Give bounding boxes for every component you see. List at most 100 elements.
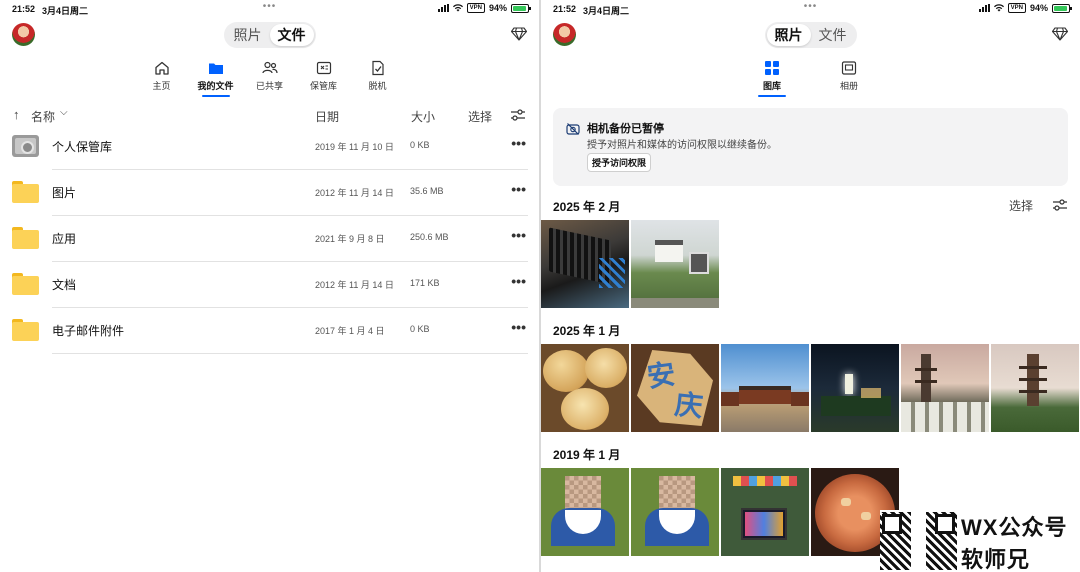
photo-thumbnail[interactable] <box>811 344 899 432</box>
select-button[interactable]: 选择 <box>468 108 492 125</box>
file-name: 应用 <box>52 232 77 246</box>
chevron-down-icon[interactable]: ⌵ <box>60 107 68 118</box>
more-icon[interactable]: ••• <box>511 227 526 243</box>
file-size: 0 KB <box>410 140 430 150</box>
tab-files[interactable]: 文件 <box>811 24 855 46</box>
table-row[interactable]: 文档 2012 年 11 月 14 日 171 KB ••• <box>12 262 528 308</box>
photo-thumbnail[interactable] <box>541 468 629 556</box>
folder-icon <box>12 227 39 249</box>
nav-my-files[interactable]: 我的文件 <box>189 60 243 97</box>
watermark-line2: 软师兄 <box>961 547 1031 572</box>
tab-photos[interactable]: 照片 <box>766 24 811 46</box>
nav-vault[interactable]: 保管库 <box>297 60 351 92</box>
file-size: 171 KB <box>410 278 440 288</box>
file-date: 2012 年 11 月 14 日 <box>315 188 394 198</box>
wifi-icon <box>993 4 1004 12</box>
folder-icon <box>12 273 39 295</box>
nav-gallery[interactable]: 图库 <box>745 60 799 97</box>
status-date: 3月4日周二 <box>42 6 89 16</box>
column-size[interactable]: 大小 <box>411 108 435 125</box>
battery-percent: 94% <box>488 3 507 13</box>
photo-thumbnail[interactable] <box>631 220 719 308</box>
tab-files[interactable]: 文件 <box>269 24 314 46</box>
photo-grid <box>541 468 899 556</box>
file-name: 电子邮件附件 <box>52 324 125 338</box>
vault-icon <box>12 135 39 157</box>
more-icon[interactable]: ••• <box>511 273 526 289</box>
photo-thumbnail[interactable] <box>721 344 809 432</box>
table-row[interactable]: 图片 2012 年 11 月 14 日 35.6 MB ••• <box>12 170 528 216</box>
folder-icon <box>12 319 39 341</box>
more-icon[interactable]: ••• <box>511 135 526 151</box>
nav-shared-label: 已共享 <box>255 81 283 91</box>
wifi-icon <box>452 4 463 12</box>
vpn-badge: VPN <box>1007 3 1026 13</box>
gallery-icon <box>765 61 779 75</box>
watermark-line1: WX公众号 <box>961 515 1068 540</box>
status-indicators: VPN 94% <box>437 3 531 13</box>
photo-thumbnail[interactable] <box>541 220 629 308</box>
filter-icon[interactable] <box>1052 198 1068 212</box>
photos-files-switch: 照片 文件 <box>223 22 316 48</box>
photo-thumbnail[interactable] <box>721 468 809 556</box>
section-title: 2025 年 2 月 <box>553 200 621 214</box>
photo-grid: 安 庆 <box>541 344 1079 432</box>
photo-thumbnail[interactable] <box>901 344 989 432</box>
select-button[interactable]: 选择 <box>1009 197 1033 214</box>
multitask-dots[interactable]: ••• <box>263 1 277 12</box>
table-row[interactable]: 电子邮件附件 2017 年 1 月 4 日 0 KB ••• <box>12 308 528 354</box>
status-bar: 21:52 3月4日周二 ••• VPN 94% <box>541 0 1080 18</box>
tab-photos[interactable]: 照片 <box>226 24 270 46</box>
multitask-dots[interactable]: ••• <box>804 1 818 12</box>
nav-my-files-label: 我的文件 <box>197 81 234 91</box>
nav-albums-label: 相册 <box>839 81 858 91</box>
avatar[interactable] <box>12 23 35 46</box>
nav-home-label: 主页 <box>152 81 171 91</box>
file-name: 文档 <box>52 278 77 292</box>
nav-albums[interactable]: 相册 <box>822 60 876 92</box>
photo-thumbnail[interactable] <box>991 344 1079 432</box>
filter-icon[interactable] <box>510 108 526 122</box>
photo-thumbnail[interactable] <box>541 344 629 432</box>
vault-icon <box>316 61 331 75</box>
status-indicators: VPN 94% <box>978 3 1072 13</box>
file-date: 2021 年 9 月 8 日 <box>315 234 385 244</box>
people-icon <box>261 61 278 74</box>
offline-icon <box>371 60 384 76</box>
more-icon[interactable]: ••• <box>511 319 526 335</box>
file-date: 2017 年 1 月 4 日 <box>315 326 385 336</box>
more-icon[interactable]: ••• <box>511 181 526 197</box>
file-size: 250.6 MB <box>410 232 449 242</box>
qr-code-icon <box>880 512 957 570</box>
nav-home[interactable]: 主页 <box>135 60 189 92</box>
photo-thumbnail[interactable] <box>631 468 719 556</box>
nav-shared[interactable]: 已共享 <box>243 60 297 92</box>
sort-arrow-icon[interactable]: ↑ <box>13 107 20 122</box>
photos-nav: 图库 相册 <box>541 60 1080 97</box>
photo-grid <box>541 220 719 308</box>
backup-paused-banner: 相机备份已暂停 授予对照片和媒体的访问权限以继续备份。 授予访问权限 <box>553 108 1068 186</box>
banner-description: 授予对照片和媒体的访问权限以继续备份。 <box>587 140 777 151</box>
signal-icon <box>978 4 990 12</box>
table-row[interactable]: 个人保管库 2019 年 11 月 10 日 0 KB ••• <box>12 124 528 170</box>
photo-thumbnail[interactable]: 安 庆 <box>631 344 719 432</box>
nav-offline[interactable]: 脱机 <box>351 60 405 92</box>
nav-vault-label: 保管库 <box>309 81 337 91</box>
table-row[interactable]: 应用 2021 年 9 月 8 日 250.6 MB ••• <box>12 216 528 262</box>
grant-access-button[interactable]: 授予访问权限 <box>587 153 652 172</box>
diamond-icon[interactable] <box>1052 27 1068 41</box>
file-size: 35.6 MB <box>410 186 444 196</box>
photos-files-switch: 照片 文件 <box>764 22 857 48</box>
column-date[interactable]: 日期 <box>315 108 339 125</box>
diamond-icon[interactable] <box>511 27 527 41</box>
watermark: WX公众号 软师兄 <box>880 510 1080 572</box>
status-bar: 21:52 3月4日周二 ••• VPN 94% <box>0 0 539 18</box>
nav-offline-label: 脱机 <box>368 81 387 91</box>
battery-icon <box>1052 3 1072 13</box>
album-icon <box>841 61 857 75</box>
battery-percent: 94% <box>1029 3 1048 13</box>
avatar[interactable] <box>553 23 576 46</box>
column-name[interactable]: 名称 <box>31 108 55 125</box>
folder-icon <box>208 63 223 74</box>
signal-icon <box>437 4 449 12</box>
